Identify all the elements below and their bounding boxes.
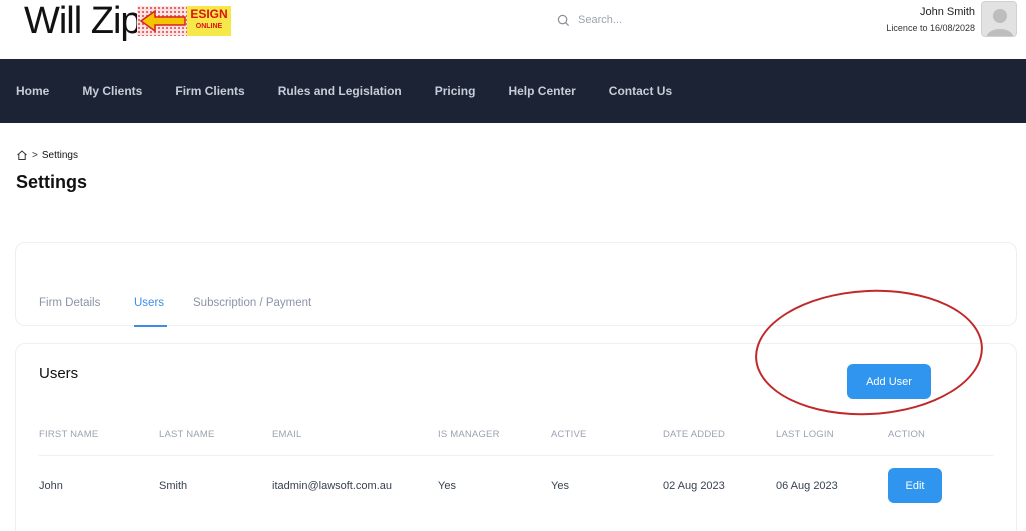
search-box[interactable]: Search...: [557, 10, 622, 30]
cell-email: itadmin@lawsoft.com.au: [272, 480, 392, 492]
tab-subscription-payment[interactable]: Subscription / Payment: [193, 297, 311, 309]
cell-last-name: Smith: [159, 480, 188, 492]
search-placeholder[interactable]: Search...: [578, 14, 622, 26]
edit-user-button[interactable]: Edit: [888, 468, 942, 503]
cell-date-added: 02 Aug 2023: [663, 480, 725, 492]
nav-item-rules-and-legislation[interactable]: Rules and Legislation: [278, 84, 402, 98]
nav-item-my-clients[interactable]: My Clients: [82, 84, 142, 98]
cell-active: Yes: [551, 480, 569, 492]
active-tab-indicator: [134, 325, 167, 327]
cell-first-name: John: [39, 480, 63, 492]
app-logo-text[interactable]: Will Zip: [24, 0, 142, 43]
breadcrumb: > Settings: [16, 149, 78, 161]
settings-tabs-card: Firm Details Users Subscription / Paymen…: [15, 242, 1017, 327]
nav-item-firm-clients[interactable]: Firm Clients: [175, 84, 244, 98]
tab-firm-details[interactable]: Firm Details: [39, 297, 100, 309]
cell-is-manager: Yes: [438, 480, 456, 492]
column-header-active: ACTIVE: [551, 429, 587, 440]
column-header-last-login: LAST LOGIN: [776, 429, 834, 440]
esign-label: ESIGN ONLINE: [187, 6, 231, 36]
arrow-left-icon: [139, 9, 186, 33]
user-name: John Smith: [919, 6, 975, 18]
nav-item-home[interactable]: Home: [16, 84, 49, 98]
top-header: Will Zip ESIGN ONLINE Search... John Smi…: [0, 0, 1026, 59]
breadcrumb-current: Settings: [41, 149, 78, 161]
tab-users[interactable]: Users: [134, 297, 164, 309]
nav-item-help-center[interactable]: Help Center: [508, 84, 575, 98]
breadcrumb-separator: >: [32, 149, 38, 161]
table-divider: [39, 455, 993, 456]
user-info[interactable]: John Smith Licence to 16/08/2028: [886, 5, 975, 35]
licence-info: Licence to 16/08/2028: [886, 23, 975, 33]
esign-logo-badge[interactable]: ESIGN ONLINE: [137, 6, 231, 36]
add-user-button[interactable]: Add User: [847, 364, 931, 399]
column-header-date-added: DATE ADDED: [663, 429, 726, 440]
avatar[interactable]: [981, 1, 1017, 37]
home-icon[interactable]: [16, 149, 28, 161]
nav-item-contact-us[interactable]: Contact Us: [609, 84, 672, 98]
search-icon: [557, 14, 570, 26]
page-title: Settings: [16, 172, 88, 192]
column-header-email: EMAIL: [272, 429, 302, 440]
main-nav: Home My Clients Firm Clients Rules and L…: [0, 59, 1026, 123]
cell-last-login: 06 Aug 2023: [776, 480, 838, 492]
column-header-action: ACTION: [888, 429, 926, 440]
column-header-is-manager: IS MANAGER: [438, 429, 500, 440]
users-section-title: Users: [39, 365, 79, 382]
column-header-last-name: LAST NAME: [159, 429, 215, 440]
column-header-first-name: FIRST NAME: [39, 429, 99, 440]
users-card: Users Add User FIRST NAME LAST NAME EMAI…: [15, 343, 1017, 531]
nav-item-pricing[interactable]: Pricing: [435, 84, 476, 98]
user-avatar-icon: [982, 2, 1016, 36]
